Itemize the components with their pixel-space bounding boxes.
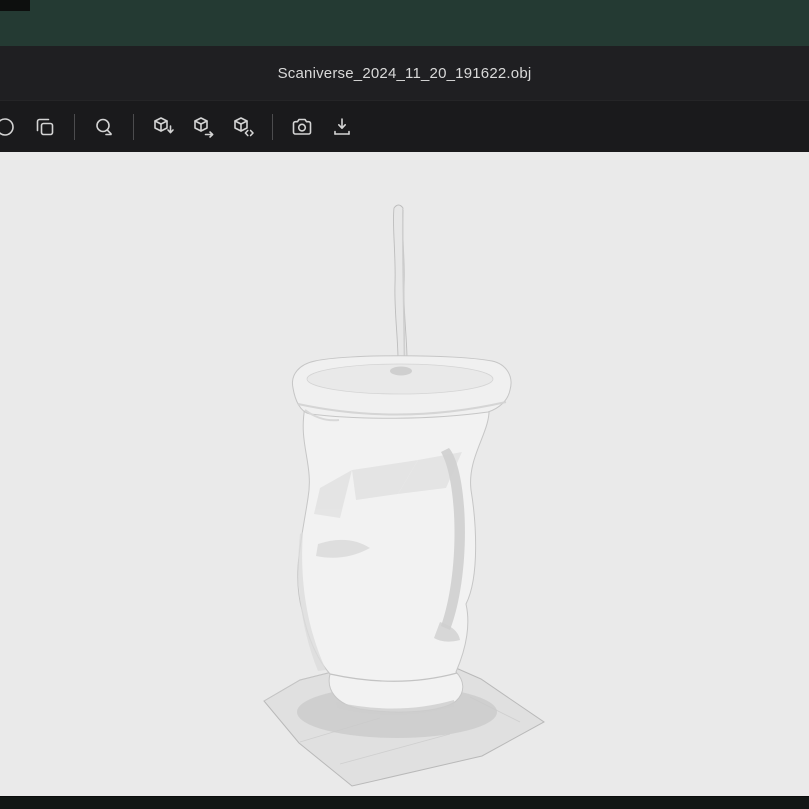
cube-arrow-right-icon[interactable] <box>183 108 223 146</box>
copy-icon[interactable] <box>25 108 65 146</box>
cube-chevrons-icon[interactable] <box>223 108 263 146</box>
cup-rim <box>292 356 511 421</box>
cup-body <box>298 402 489 715</box>
toolbar-separator <box>74 114 75 140</box>
bottom-bar <box>0 796 809 809</box>
model-canvas[interactable] <box>0 152 809 796</box>
window-corner <box>0 0 30 11</box>
toolbar-separator <box>133 114 134 140</box>
cube-arrow-down-icon[interactable] <box>143 108 183 146</box>
file-title: Scaniverse_2024_11_20_191622.obj <box>278 65 532 82</box>
straw <box>393 205 407 370</box>
toolbar <box>0 100 809 152</box>
titlebar: Scaniverse_2024_11_20_191622.obj <box>0 46 809 100</box>
top-banner <box>0 0 809 46</box>
model-viewer-window: Scaniverse_2024_11_20_191622.obj <box>0 0 809 809</box>
camera-icon[interactable] <box>282 108 322 146</box>
align-ground-icon[interactable] <box>322 108 362 146</box>
toolbar-separator <box>272 114 273 140</box>
circle-icon[interactable] <box>0 108 25 146</box>
zoom-icon[interactable] <box>84 108 124 146</box>
model-viewport[interactable] <box>0 152 809 796</box>
